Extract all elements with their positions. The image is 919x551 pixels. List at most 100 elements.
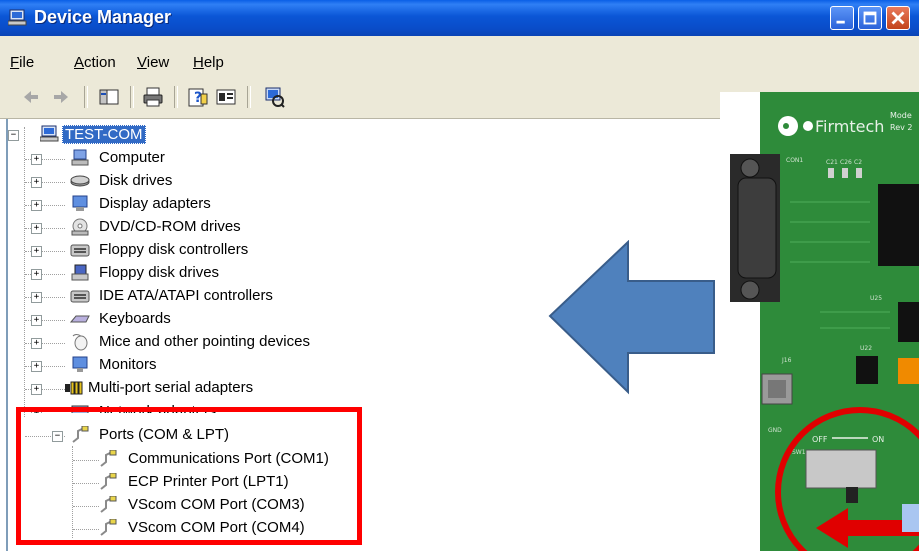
menu-view-accel: V xyxy=(137,54,147,71)
ports-highlight-box xyxy=(16,407,362,545)
board-brand: Firmtech xyxy=(815,117,884,136)
tree-item-label: Floppy disk drives xyxy=(99,264,220,281)
silk-label: J16 xyxy=(781,357,792,364)
menu-view-label: iew xyxy=(146,54,170,71)
menu-action-label: ction xyxy=(84,54,116,71)
tree-root[interactable]: − TEST-COM xyxy=(0,123,300,146)
tree-root-label[interactable]: TEST-COM xyxy=(62,125,146,144)
silk-label: C21 xyxy=(826,159,838,166)
monitor-icon xyxy=(72,356,88,372)
tree-item-label: Mice and other pointing devices xyxy=(99,333,310,350)
menu-help[interactable]: Help xyxy=(193,54,224,71)
left-arrow-icon xyxy=(548,240,715,395)
maximize-button[interactable] xyxy=(858,6,882,30)
expand-toggle[interactable]: + xyxy=(31,292,42,303)
close-icon xyxy=(891,11,905,25)
controller-icon xyxy=(70,290,90,303)
controller-icon xyxy=(70,244,90,257)
tree-item-label: Computer xyxy=(99,149,165,166)
serial-adapter-icon xyxy=(65,381,83,395)
tree-item-label: Disk drives xyxy=(99,172,173,189)
toolbar-separator xyxy=(130,86,134,108)
tree-item-disk-drives[interactable]: + Disk drives xyxy=(0,170,360,193)
menu-view[interactable]: View xyxy=(137,54,169,71)
tree-item-label: Multi-port serial adapters xyxy=(88,379,254,396)
silk-label: C26 xyxy=(840,159,852,166)
expand-toggle[interactable]: + xyxy=(31,200,42,211)
pane-border xyxy=(6,119,8,551)
expand-toggle[interactable]: + xyxy=(31,246,42,257)
title-bar[interactable]: Device Manager xyxy=(0,0,919,36)
tree-item-ide-controllers[interactable]: + IDE ATA/ATAPI controllers xyxy=(0,285,360,308)
menu-file[interactable]: File xyxy=(10,54,34,71)
properties-icon[interactable] xyxy=(215,86,237,108)
help-icon[interactable]: ? xyxy=(187,86,209,108)
silk-label: CON1 xyxy=(786,157,803,164)
switch-on-label: ON xyxy=(872,435,884,444)
tree-item-dvd-cdrom[interactable]: + DVD/CD-ROM drives xyxy=(0,216,360,239)
silk-label: C2 xyxy=(854,159,862,166)
menu-help-accel: H xyxy=(193,54,204,71)
mouse-icon xyxy=(72,334,88,351)
tree-item-label: Display adapters xyxy=(99,195,211,212)
expand-toggle[interactable]: + xyxy=(31,154,42,165)
scan-hardware-icon[interactable] xyxy=(263,86,285,108)
computer-icon xyxy=(71,149,89,166)
floppy-drive-icon xyxy=(71,264,89,281)
expand-toggle[interactable]: + xyxy=(31,315,42,326)
silk-label: GND xyxy=(768,427,782,434)
menu-file-accel: F xyxy=(10,54,20,71)
tree-item-label: DVD/CD-ROM drives xyxy=(99,218,241,235)
print-icon[interactable] xyxy=(142,86,164,108)
switch-off-label: OFF xyxy=(812,435,828,444)
menu-action[interactable]: Action xyxy=(74,54,116,71)
menu-help-label: elp xyxy=(203,54,224,71)
computer-icon xyxy=(40,125,59,142)
partial-badge xyxy=(902,504,919,532)
expand-toggle[interactable]: + xyxy=(31,269,42,280)
expand-toggle[interactable]: + xyxy=(31,361,42,372)
minimize-button[interactable] xyxy=(830,6,854,30)
pcb-illustration: Firmtech Mode Rev 2 CON1 C21 C26 C2 U25 … xyxy=(720,92,919,551)
expand-toggle[interactable]: + xyxy=(31,384,42,395)
display-adapter-icon xyxy=(72,195,88,211)
disk-drive-icon xyxy=(70,175,90,187)
silk-label: SW1 xyxy=(792,449,806,456)
board-rev: Rev 2 xyxy=(890,123,913,132)
forward-arrow-icon[interactable] xyxy=(50,86,72,108)
close-button[interactable] xyxy=(886,6,910,30)
menu-bar: File Action View Help xyxy=(0,36,919,78)
tree-item-monitors[interactable]: + Monitors xyxy=(0,354,360,377)
keyboard-icon xyxy=(70,315,90,323)
show-hide-console-tree-icon[interactable] xyxy=(98,86,120,108)
tree-item-display-adapters[interactable]: + Display adapters xyxy=(0,193,360,216)
tree-item-label: Floppy disk controllers xyxy=(99,241,249,258)
tree-item-mice[interactable]: + Mice and other pointing devices xyxy=(0,331,360,354)
tree-item-label: Monitors xyxy=(99,356,157,373)
minimize-icon xyxy=(836,20,845,24)
toolbar-separator xyxy=(84,86,88,108)
tree-item-floppy-controllers[interactable]: + Floppy disk controllers xyxy=(0,239,360,262)
tree-item-multiport-serial[interactable]: + Multi-port serial adapters xyxy=(0,377,360,400)
menu-file-label: ile xyxy=(19,54,35,71)
toolbar-separator xyxy=(174,86,178,108)
serial-board-photo: Firmtech Mode Rev 2 CON1 C21 C26 C2 U25 … xyxy=(720,92,919,551)
maximize-icon xyxy=(863,11,877,25)
expand-toggle[interactable]: + xyxy=(31,177,42,188)
expand-toggle[interactable]: + xyxy=(31,223,42,234)
cdrom-icon xyxy=(71,218,89,236)
window-title: Device Manager xyxy=(34,7,172,27)
tree-item-floppy-drives[interactable]: + Floppy disk drives xyxy=(0,262,360,285)
silk-label: U25 xyxy=(870,295,882,302)
board-model: Mode xyxy=(890,111,912,120)
tree-item-keyboards[interactable]: + Keyboards xyxy=(0,308,360,331)
menu-action-accel: A xyxy=(74,54,85,71)
expand-toggle[interactable]: + xyxy=(31,338,42,349)
computer-icon xyxy=(8,9,27,26)
silk-label: U22 xyxy=(860,345,872,352)
back-arrow-icon[interactable] xyxy=(20,86,42,108)
toolbar-separator xyxy=(247,86,251,108)
collapse-toggle[interactable]: − xyxy=(8,130,19,141)
tree-item-computer[interactable]: + Computer xyxy=(0,147,360,170)
tree-item-label: Keyboards xyxy=(99,310,171,327)
